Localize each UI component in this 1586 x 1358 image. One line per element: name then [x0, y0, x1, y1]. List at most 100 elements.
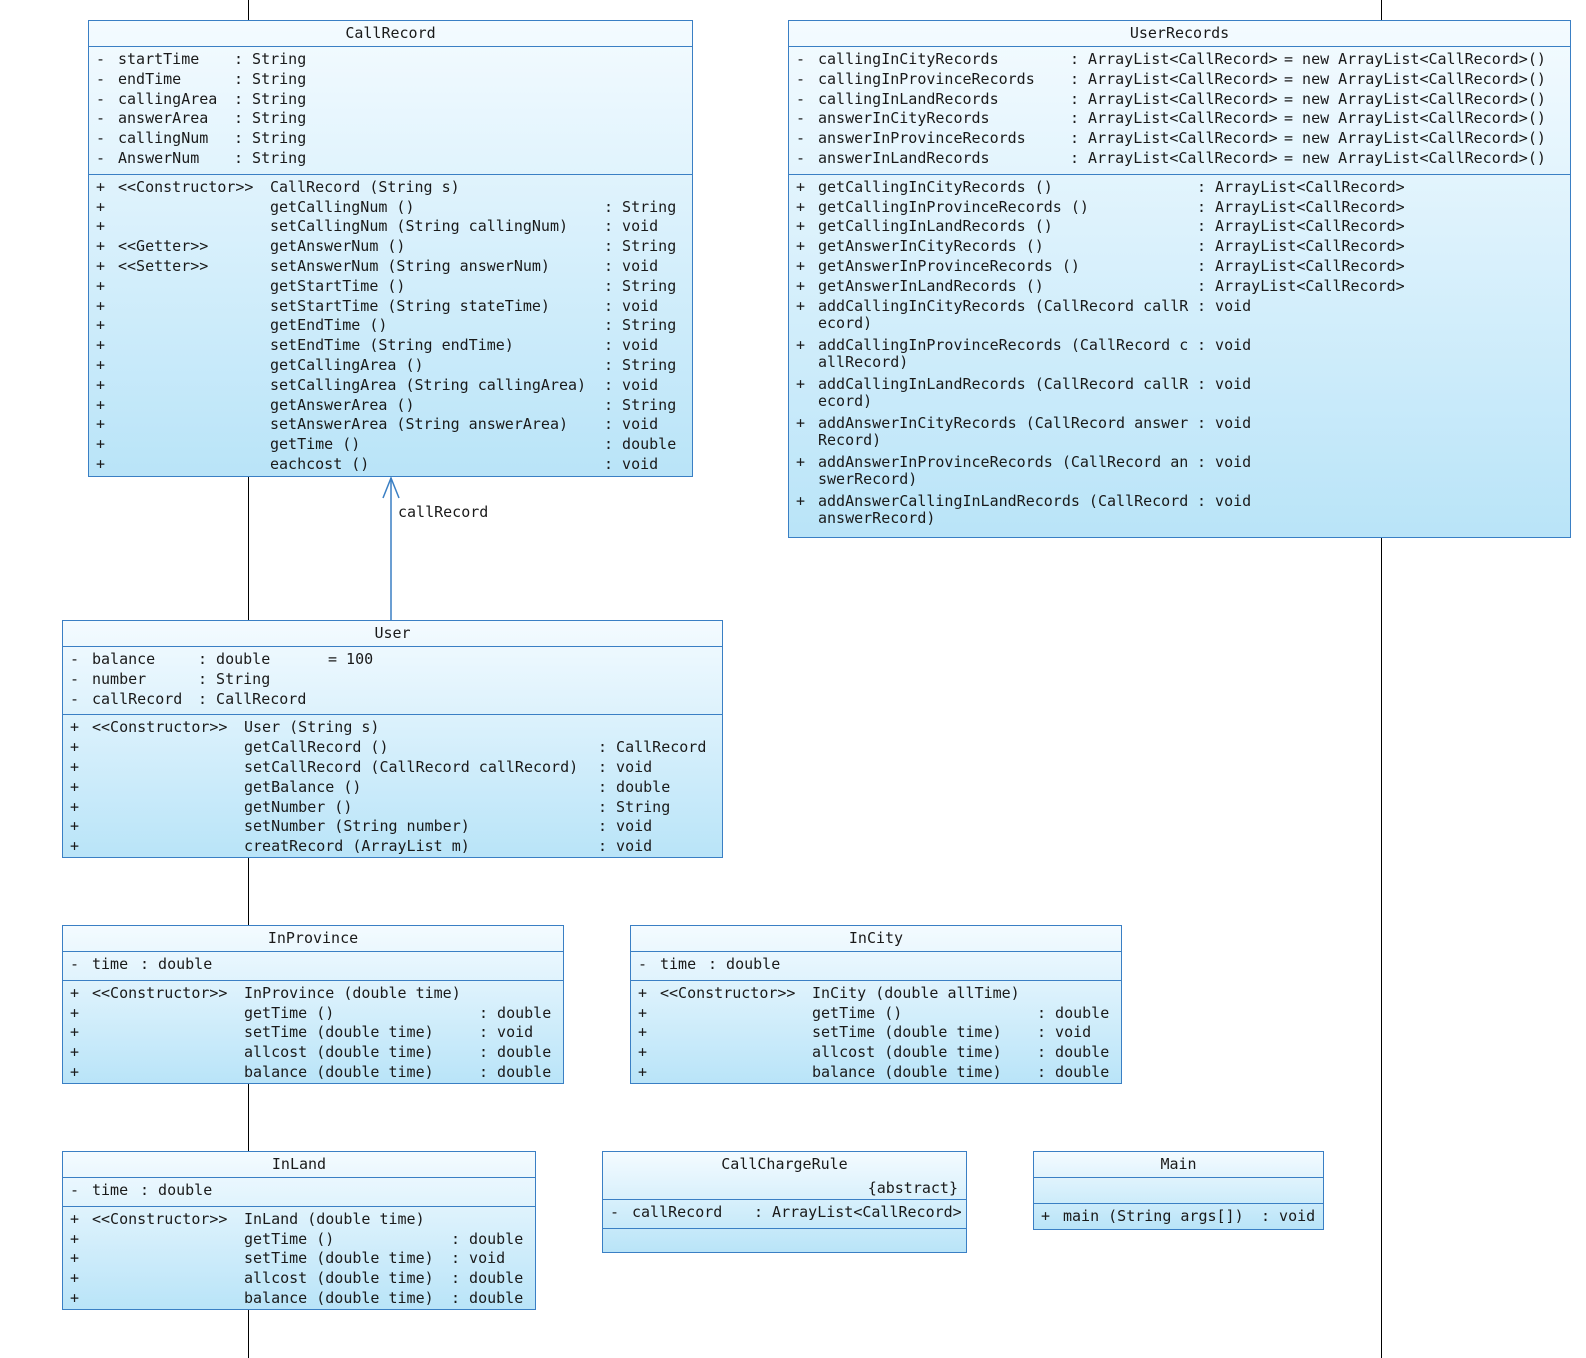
- return-type: : void: [1197, 296, 1252, 315]
- visibility-marker: +: [70, 1023, 80, 1042]
- return-type: : void: [1197, 491, 1252, 510]
- attribute-row: - time: double: [63, 1181, 535, 1201]
- return-type: : double: [479, 1062, 552, 1081]
- stereotype: [92, 798, 244, 818]
- return-type: : double: [1037, 1062, 1110, 1081]
- method-signature: creatRecord (ArrayList m): [244, 837, 470, 856]
- visibility-marker: -: [96, 129, 106, 148]
- stereotype: [92, 1230, 244, 1250]
- return-type: : void: [604, 336, 659, 355]
- stereotype: [92, 1269, 244, 1289]
- visibility-marker: +: [70, 1209, 80, 1228]
- visibility-marker: +: [796, 296, 806, 315]
- class-name: CallChargeRule: [721, 1155, 848, 1173]
- class-callrecord[interactable]: CallRecord - startTime: String - endTime: S…: [88, 20, 693, 477]
- attribute-type: : String: [234, 148, 307, 167]
- method-compartment: + getCallingInCityRecords (): ArrayList<C…: [789, 173, 1570, 536]
- method-row: + addAnswerInCityRecords (CallRecord answ…: [789, 414, 1570, 453]
- method-row: + getAnswerArea (): String: [89, 396, 692, 416]
- attribute-compartment: - time: double: [631, 952, 1121, 980]
- method-row: + allcost (double time): double: [63, 1269, 535, 1289]
- class-userrecords[interactable]: UserRecords - callingInCityRecords: Array…: [788, 20, 1571, 538]
- visibility-marker: -: [96, 148, 106, 167]
- visibility-marker: +: [70, 1062, 80, 1081]
- return-type: : double: [479, 1003, 552, 1022]
- stereotype: [118, 435, 270, 455]
- method-signature: setStartTime (String stateTime): [270, 296, 550, 315]
- visibility-marker: -: [796, 50, 806, 68]
- visibility-marker: +: [96, 375, 106, 394]
- visibility-marker: +: [70, 983, 80, 1002]
- attribute-name: endTime: [118, 69, 182, 88]
- method-row: + eachcost (): void: [89, 455, 692, 475]
- attribute-type: : double: [198, 650, 271, 668]
- attribute-row: - callingInCityRecords: ArrayList<CallRec…: [789, 50, 1570, 70]
- method-row: + addCallingInCityRecords (CallRecord cal…: [789, 297, 1570, 336]
- visibility-marker: +: [796, 413, 806, 432]
- method-signature: balance (double time): [812, 1062, 1002, 1081]
- method-row: + setCallingNum (String callingNum): void: [89, 217, 692, 237]
- visibility-marker: -: [70, 689, 80, 708]
- visibility-marker: +: [796, 335, 806, 354]
- return-type: : double: [451, 1269, 524, 1288]
- attribute-compartment: - startTime: String - endTime: String - calli…: [89, 47, 692, 174]
- class-name: CallRecord: [89, 21, 692, 47]
- method-row: + creatRecord (ArrayList m): void: [63, 837, 722, 857]
- return-type: : void: [1037, 1023, 1092, 1042]
- method-row: + addAnswerCallingInLandRecords (CallReco…: [789, 492, 1570, 531]
- stereotype: [118, 455, 270, 475]
- class-user[interactable]: User - balance: double = 100- number: Strin…: [62, 620, 723, 858]
- method-signature: getTime (): [244, 1229, 335, 1248]
- attribute-type: : ArrayList<CallRecord>: [1070, 148, 1278, 167]
- attribute-default: = new ArrayList<CallRecord>(): [1284, 148, 1546, 167]
- class-inprovince[interactable]: InProvince - time: double + <<Constructor>…: [62, 925, 564, 1084]
- class-main[interactable]: Main + main (String args[]): void: [1033, 1151, 1324, 1230]
- method-row: + <<Constructor>> InLand (double time): [63, 1210, 535, 1230]
- method-signature: addCallingInLandRecords (CallRecord call…: [818, 374, 1189, 410]
- attribute-type: : double: [708, 955, 781, 973]
- method-signature: InLand (double time): [244, 1209, 425, 1228]
- stereotype: [92, 1004, 244, 1024]
- attribute-row: - callingInLandRecords: ArrayList<CallRec…: [789, 90, 1570, 110]
- attribute-default: = new ArrayList<CallRecord>(): [1284, 109, 1546, 128]
- attribute-name: callingInProvinceRecords: [818, 69, 1035, 88]
- attribute-type: : CallRecord: [198, 689, 307, 708]
- visibility-marker: +: [796, 237, 806, 256]
- stereotype: <<Constructor>>: [92, 983, 228, 1002]
- method-row: + getCallingInCityRecords (): ArrayList<C…: [789, 178, 1570, 198]
- class-incity[interactable]: InCity - time: double + <<Constructor>> InC…: [630, 925, 1122, 1084]
- method-row: + setStartTime (String stateTime): void: [89, 297, 692, 317]
- stereotype: [660, 1063, 812, 1083]
- attribute-default: = new ArrayList<CallRecord>(): [1284, 89, 1546, 108]
- method-signature: getCallingInLandRecords (): [818, 217, 1053, 236]
- class-inland[interactable]: InLand - time: double + <<Constructor>> InL…: [62, 1151, 536, 1310]
- attribute-row: - startTime: String: [89, 50, 692, 70]
- attribute-compartment: - time: double: [63, 1178, 535, 1206]
- attribute-row: - endTime: String: [89, 70, 692, 90]
- return-type: : ArrayList<CallRecord>: [1197, 237, 1405, 256]
- method-compartment: [603, 1227, 966, 1253]
- method-compartment: + <<Constructor>> CallRecord (String s) + ge…: [89, 173, 692, 480]
- return-type: : String: [598, 797, 671, 816]
- attribute-compartment: - time: double: [63, 952, 563, 980]
- return-type: : void: [604, 217, 659, 236]
- visibility-marker: +: [96, 395, 106, 414]
- visibility-marker: +: [96, 415, 106, 434]
- attribute-row: - time: double: [631, 955, 1121, 975]
- association-label: callRecord: [398, 503, 489, 521]
- attribute-default: = new ArrayList<CallRecord>(): [1284, 50, 1546, 68]
- return-type: : void: [1197, 413, 1252, 432]
- class-callchargerule[interactable]: CallChargeRule {abstract} - callRecord: A…: [602, 1151, 967, 1253]
- attribute-compartment: - balance: double = 100- number: String - cal…: [63, 647, 722, 714]
- attribute-type: : String: [234, 109, 307, 128]
- visibility-marker: +: [796, 452, 806, 471]
- visibility-marker: +: [70, 757, 80, 776]
- visibility-marker: +: [1041, 1207, 1051, 1225]
- visibility-marker: +: [96, 217, 106, 236]
- stereotype: [118, 336, 270, 356]
- method-row: + getBalance (): double: [63, 778, 722, 798]
- method-row: + addAnswerInProvinceRecords (CallRecord …: [789, 453, 1570, 492]
- return-type: : double: [1037, 1043, 1110, 1062]
- visibility-marker: +: [96, 454, 106, 473]
- attribute-type: : String: [234, 129, 307, 148]
